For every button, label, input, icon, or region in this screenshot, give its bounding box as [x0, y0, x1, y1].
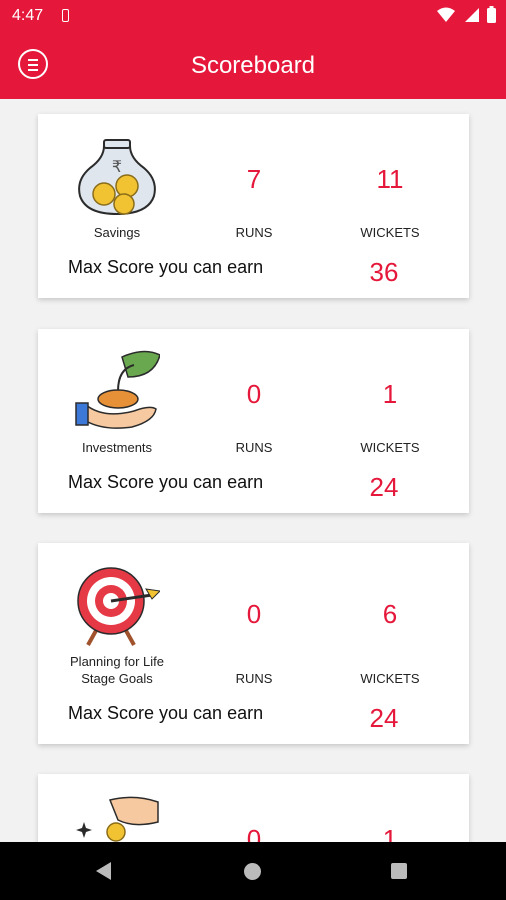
max-score-value: 24: [369, 703, 399, 733]
battery-saver-icon: [62, 9, 69, 22]
runs-label: RUNS: [235, 440, 273, 455]
max-score-label: Max Score you can earn: [68, 472, 264, 492]
svg-text:₹: ₹: [112, 157, 122, 176]
target-arrow-icon: [77, 567, 160, 646]
home-icon[interactable]: [244, 863, 261, 880]
battery-icon: [487, 6, 496, 23]
max-score-value: 36: [369, 257, 399, 287]
system-nav-bar: [0, 842, 506, 900]
recents-icon[interactable]: [391, 863, 407, 879]
savings-jar-icon: ₹: [78, 139, 156, 216]
max-score-value: 24: [369, 472, 399, 502]
status-time: 4:47: [12, 7, 44, 24]
runs-value: 0: [246, 379, 262, 409]
page-title: Scoreboard: [190, 52, 316, 79]
score-card-planning: Planning for Life Stage Goals 0 6 RUNS W…: [38, 543, 469, 744]
category-label: Investments: [81, 440, 153, 455]
score-card-savings: ₹ Savings 7 11 RUNS WICKETS Max Score yo…: [38, 114, 469, 298]
max-score-label: Max Score you can earn: [68, 703, 264, 723]
category-label: Savings: [93, 225, 141, 240]
wickets-value: 11: [376, 164, 404, 194]
wickets-value: 1: [382, 379, 398, 409]
category-label: Planning for Life Stage Goals: [70, 654, 164, 686]
runs-label: RUNS: [235, 671, 273, 686]
signal-icon: [465, 7, 479, 22]
runs-value: 7: [246, 164, 262, 194]
score-card-investments: Investments 0 1 RUNS WICKETS Max Score y…: [38, 329, 469, 513]
runs-label: RUNS: [235, 225, 273, 240]
app-bar: Scoreboard: [0, 32, 506, 99]
wickets-label: WICKETS: [360, 440, 420, 455]
status-icons: [437, 6, 496, 23]
max-score-label: Max Score you can earn: [68, 257, 264, 277]
wickets-value: 6: [382, 599, 398, 629]
back-icon[interactable]: [96, 862, 111, 880]
status-bar: 4:47: [0, 0, 506, 32]
wickets-label: WICKETS: [360, 225, 420, 240]
wickets-label: WICKETS: [360, 671, 420, 686]
wifi-icon: [437, 7, 455, 22]
runs-value: 0: [246, 599, 262, 629]
investment-plant-hand-icon: [75, 350, 160, 429]
